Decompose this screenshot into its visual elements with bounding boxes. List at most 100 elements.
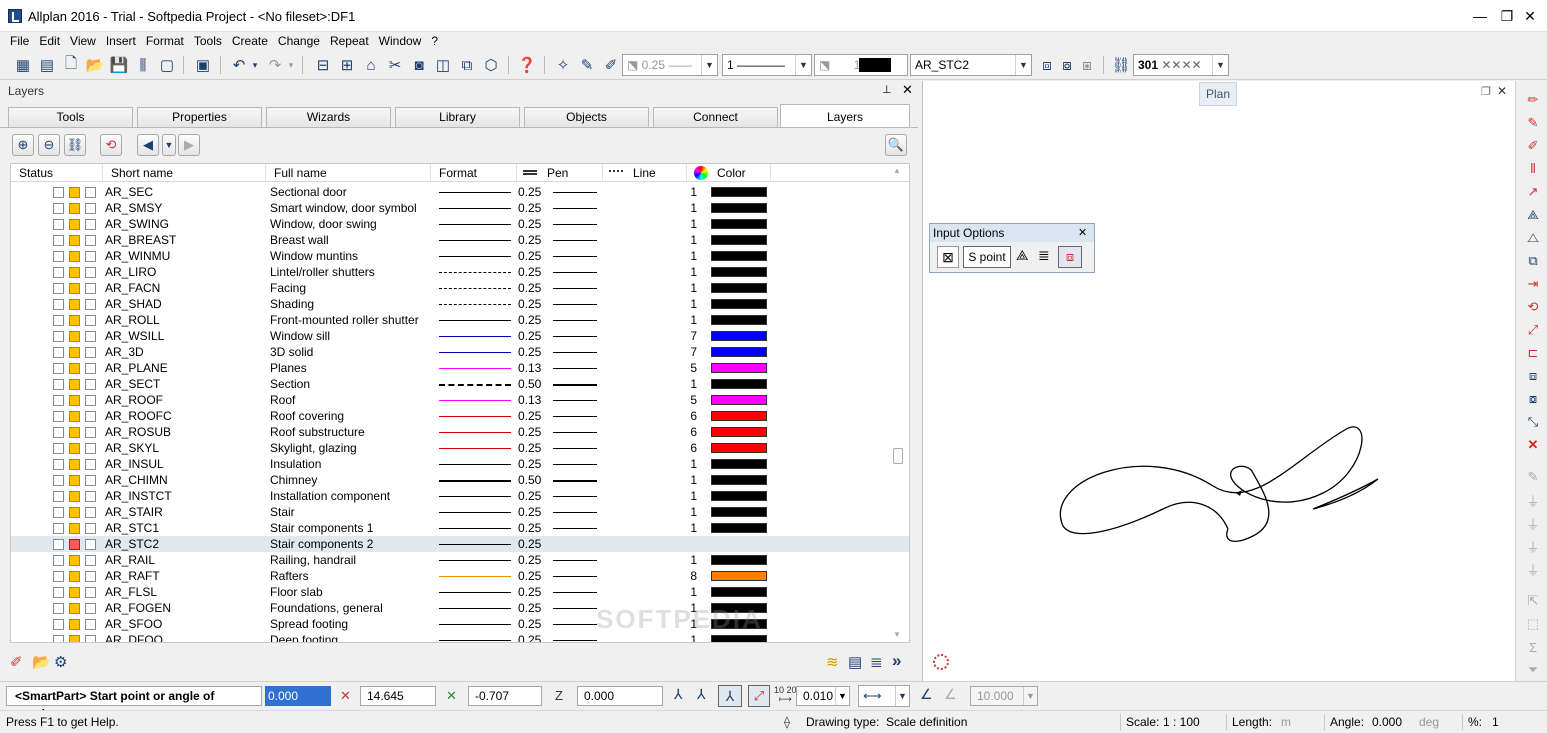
move-icon[interactable]: ⇥ (1524, 275, 1542, 293)
status-checkbox-visible[interactable] (53, 203, 64, 214)
status-checkbox-visible[interactable] (53, 603, 64, 614)
project-icon[interactable]: ▦ (12, 54, 34, 76)
status-checkbox-editable[interactable] (69, 395, 80, 406)
status-checkbox-editable[interactable] (69, 427, 80, 438)
status-checkbox-hidden[interactable] (85, 267, 96, 278)
rotate-icon[interactable]: ⟲ (1524, 298, 1542, 316)
status-checkbox-editable[interactable] (69, 347, 80, 358)
table-row[interactable]: AR_ROLL Front-mounted roller shutter 0.25 1 (11, 312, 909, 328)
align-lines-icon[interactable]: ≣ (1038, 247, 1050, 264)
status-checkbox-visible[interactable] (53, 395, 64, 406)
status-checkbox-visible[interactable] (53, 523, 64, 534)
pen-tool-icon[interactable]: ✐ (10, 653, 23, 671)
table-row[interactable]: AR_STC2 Stair components 2 0.25 (11, 536, 909, 552)
table-row[interactable]: AR_ROOF Roof 0.13 5 (11, 392, 909, 408)
forward-icon[interactable]: ▶ (178, 134, 200, 156)
status-checkbox-editable[interactable] (69, 443, 80, 454)
status-checkbox-hidden[interactable] (85, 443, 96, 454)
building-icon[interactable]: ⌂ (360, 54, 382, 76)
dimension-mode-combo[interactable]: ⟷ ▼ (858, 685, 910, 707)
mirror-copy-icon[interactable]: ⧍ (1524, 229, 1542, 247)
status-checkbox-editable[interactable] (69, 459, 80, 470)
back-icon[interactable]: ◀ (137, 134, 159, 156)
status-checkbox-hidden[interactable] (85, 347, 96, 358)
table-row[interactable]: AR_DFOO Deep footing 0.25 1 (11, 632, 909, 642)
distort-icon[interactable]: ⤡ (1524, 413, 1542, 431)
menu-change[interactable]: Change (273, 33, 325, 49)
status-checkbox-visible[interactable] (53, 555, 64, 566)
view-restore-icon[interactable]: ❐ (1481, 85, 1491, 98)
drawing-type-value[interactable]: Scale definition (886, 715, 967, 729)
status-checkbox-visible[interactable] (53, 635, 64, 642)
table-row[interactable]: AR_PLANE Planes 0.13 5 (11, 360, 909, 376)
status-checkbox-editable[interactable] (69, 523, 80, 534)
remove-layer-icon[interactable]: ⊖ (38, 134, 60, 156)
status-checkbox-visible[interactable] (53, 507, 64, 518)
menu-window[interactable]: Window (374, 33, 427, 49)
grid-step-input[interactable]: 0.010 ▼ (796, 686, 850, 706)
dim-input[interactable]: 10.000 ▼ (970, 686, 1038, 706)
status-checkbox-editable[interactable] (69, 267, 80, 278)
status-checkbox-editable[interactable] (69, 219, 80, 230)
table-row[interactable]: AR_RAFT Rafters 0.25 8 (11, 568, 909, 584)
copy-view-icon[interactable]: ⧉ (456, 54, 478, 76)
z-input[interactable]: 0.000 (577, 686, 663, 706)
cut-drawing-icon[interactable]: ⫼ (132, 54, 154, 76)
scroll-down-icon[interactable]: ▼ (893, 630, 901, 639)
status-checkbox-hidden[interactable] (85, 587, 96, 598)
link-layer-icon[interactable]: ⛓ (64, 134, 86, 156)
menu-tools[interactable]: Tools (189, 33, 227, 49)
new-file-icon[interactable]: 🗋 (60, 54, 82, 76)
status-checkbox-hidden[interactable] (85, 571, 96, 582)
status-checkbox-editable[interactable] (69, 411, 80, 422)
table-row[interactable]: AR_ROOFC Roof covering 0.25 6 (11, 408, 909, 424)
select-area-icon[interactable]: ⬚ (1524, 615, 1542, 633)
layer-plot-icon[interactable]: ⧆ (1076, 54, 1098, 76)
status-checkbox-visible[interactable] (53, 379, 64, 390)
table-row[interactable]: AR_STC1 Stair components 1 0.25 1 (11, 520, 909, 536)
plan-view[interactable]: Plan ❐ ✕ (922, 81, 1515, 681)
pin-icon[interactable]: ⊥ (882, 83, 892, 96)
table-row[interactable]: AR_CHIMN Chimney 0.50 1 (11, 472, 909, 488)
table-row[interactable]: AR_FLSL Floor slab 0.25 1 (11, 584, 909, 600)
status-checkbox-editable[interactable] (69, 315, 80, 326)
add-layer-icon[interactable]: ⊕ (12, 134, 34, 156)
status-checkbox-hidden[interactable] (85, 411, 96, 422)
pick-format-icon[interactable]: ✧ (552, 54, 574, 76)
tab-properties[interactable]: Properties (137, 107, 262, 127)
measure-icon[interactable]: ⊟ (312, 54, 334, 76)
table-row[interactable]: AR_WSILL Window sill 0.25 7 (11, 328, 909, 344)
point-mode-icon-2[interactable]: ⅄ (697, 686, 706, 703)
status-checkbox-visible[interactable] (53, 251, 64, 262)
status-checkbox-hidden[interactable] (85, 523, 96, 534)
scissors-icon[interactable]: ✂ (384, 54, 406, 76)
dimension-icon[interactable]: ⊞ (336, 54, 358, 76)
table-row[interactable]: AR_INSTCT Installation component 0.25 1 (11, 488, 909, 504)
menu-repeat[interactable]: Repeat (325, 33, 374, 49)
snap-box-icon[interactable]: ⧈ (1058, 246, 1082, 268)
open-icon[interactable]: 📂 (84, 54, 106, 76)
status-checkbox-editable[interactable] (69, 283, 80, 294)
table-row[interactable]: AR_FOGEN Foundations, general 0.25 1 (11, 600, 909, 616)
filter-icon-2[interactable]: ⏚ (1524, 514, 1542, 532)
table-row[interactable]: AR_SFOO Spread footing 0.25 1 (11, 616, 909, 632)
table-row[interactable]: AR_INSUL Insulation 0.25 1 (11, 456, 909, 472)
menu-help[interactable]: ? (426, 33, 443, 49)
status-checkbox-visible[interactable] (53, 459, 64, 470)
status-checkbox-hidden[interactable] (85, 219, 96, 230)
status-checkbox-editable[interactable] (69, 187, 80, 198)
table-row[interactable]: AR_STAIR Stair 0.25 1 (11, 504, 909, 520)
table-row[interactable]: AR_SECT Section 0.50 1 (11, 376, 909, 392)
status-checkbox-visible[interactable] (53, 267, 64, 278)
filter-icon-4[interactable]: ⏚ (1524, 560, 1542, 578)
status-checkbox-visible[interactable] (53, 491, 64, 502)
table-row[interactable]: AR_WINMU Window muntins 0.25 1 (11, 248, 909, 264)
eraser-icon[interactable]: ✏ (1524, 91, 1542, 109)
hatch-combo[interactable]: 301 ✕✕✕✕ ▼ (1133, 54, 1229, 76)
status-checkbox-hidden[interactable] (85, 475, 96, 486)
status-checkbox-editable[interactable] (69, 587, 80, 598)
layer-select-icon[interactable]: ⧈ (1036, 54, 1058, 76)
length-unit[interactable]: m (1281, 715, 1291, 729)
table-row[interactable]: AR_SKYL Skylight, glazing 0.25 6 (11, 440, 909, 456)
format-brush-icon[interactable]: ✎ (576, 54, 598, 76)
